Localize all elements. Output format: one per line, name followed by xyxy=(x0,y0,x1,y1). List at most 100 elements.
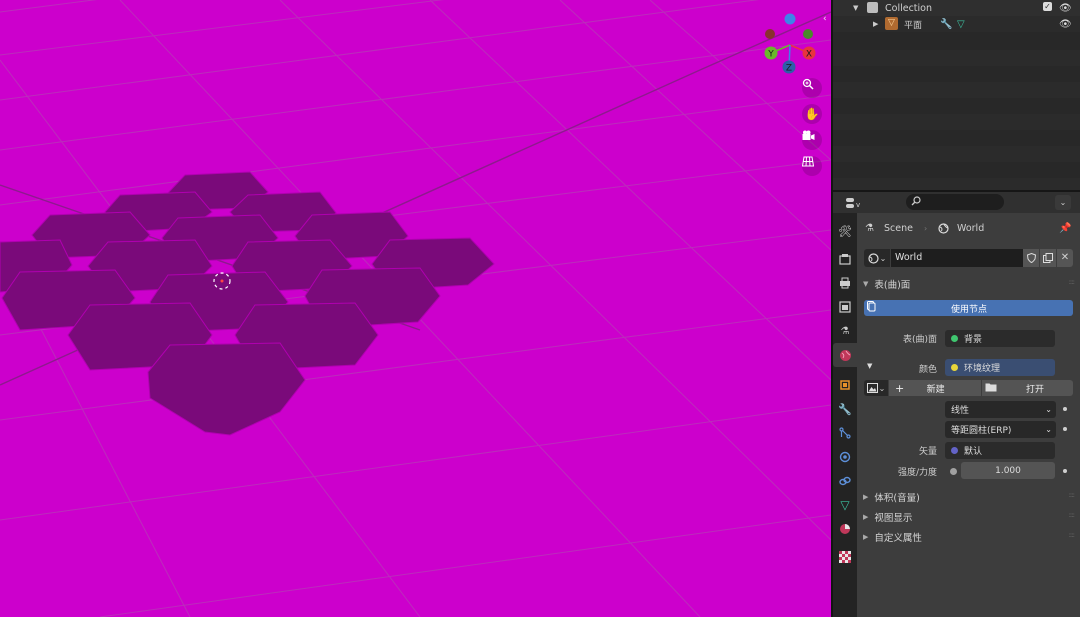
zoom-icon[interactable] xyxy=(802,78,822,98)
constraints-tab-icon[interactable] xyxy=(833,469,857,493)
expand-arrow-icon[interactable]: ▼ xyxy=(853,4,858,12)
panel-collapse-arrow-icon: ▶ xyxy=(863,533,869,541)
vector-label: 矢量 xyxy=(918,447,937,457)
shader-socket-icon xyxy=(951,335,958,342)
particles-tab-icon[interactable] xyxy=(833,421,857,445)
volume-panel-title: 体积(音量) xyxy=(874,493,920,504)
world-browse-button[interactable]: ⌄ xyxy=(864,249,890,267)
projection-dropdown[interactable]: 等距圆柱(ERP) ⌄ xyxy=(945,421,1056,438)
world-tab-icon[interactable] xyxy=(833,343,857,367)
mesh-object-icon: ▽ xyxy=(885,17,898,30)
panel-drag-grip-icon[interactable]: :::: xyxy=(1069,278,1076,286)
image-browse-button[interactable]: ⌄ xyxy=(864,380,888,396)
mesh-data-tab-icon[interactable]: ▽ xyxy=(833,493,857,517)
use-nodes-label: 使用节点 xyxy=(950,304,987,315)
panel-drag-grip-icon[interactable]: :::: xyxy=(1069,531,1076,539)
pan-hand-icon[interactable]: ✋ xyxy=(802,104,822,124)
chevron-down-icon: ⌄ xyxy=(1045,405,1052,414)
panel-collapse-arrow-icon: ▶ xyxy=(863,493,869,501)
strength-label: 强度/力度 xyxy=(897,468,937,478)
duplicate-icon[interactable] xyxy=(1040,249,1056,267)
perspective-grid-icon[interactable] xyxy=(802,156,822,176)
eye-icon[interactable]: 👁 xyxy=(1059,19,1072,30)
texture-tab-icon[interactable] xyxy=(833,545,857,569)
camera-icon[interactable] xyxy=(802,130,822,150)
panel-collapse-arrow-icon: ▶ xyxy=(863,513,869,521)
keyframe-dot-icon[interactable] xyxy=(1063,469,1067,473)
plane-tile xyxy=(147,342,306,436)
fake-user-shield-icon[interactable] xyxy=(1023,249,1039,267)
mesh-data-icon[interactable]: ▽ xyxy=(957,19,965,30)
world-datablock-row: ⌄ World ✕ xyxy=(857,248,1080,268)
search-icon xyxy=(911,195,921,209)
modifier-tab-icon[interactable]: 🔧 xyxy=(833,397,857,421)
outliner-object-row[interactable]: ▶ ▽ 平面 🔧 ▽ 👁 xyxy=(833,16,1080,32)
breadcrumb-scene: Scene xyxy=(884,222,913,234)
eye-icon[interactable]: 👁 xyxy=(1059,3,1072,14)
nodes-icon xyxy=(867,301,879,315)
custom-properties-panel-header[interactable]: ▶ 自定义属性 xyxy=(863,530,922,544)
material-tab-icon[interactable] xyxy=(833,517,857,541)
custom-properties-panel-title: 自定义属性 xyxy=(874,533,922,544)
properties-editor: ⚗ Scene › World 📌 ⌄ World ✕ ▼ 表(曲)面 ::::… xyxy=(857,213,1080,617)
exclude-checkbox[interactable]: ✓ xyxy=(1043,2,1052,11)
properties-tab-bar: 🛠 ⚗ 🔧 ▽ xyxy=(833,213,857,617)
open-image-label: 打开 xyxy=(1025,384,1044,395)
plus-icon: + xyxy=(895,381,905,395)
folder-icon xyxy=(985,382,997,395)
volume-panel-header[interactable]: ▶ 体积(音量) xyxy=(863,490,920,504)
viewport-display-panel-title: 视图显示 xyxy=(874,513,913,524)
physics-tab-icon[interactable] xyxy=(833,445,857,469)
new-image-label: 新建 xyxy=(926,384,945,395)
keyframe-dot-icon[interactable] xyxy=(1063,407,1067,411)
3d-viewport[interactable]: X Y Z ✋ ‹ xyxy=(0,0,831,617)
render-tab-icon[interactable] xyxy=(833,247,857,271)
collection-icon xyxy=(867,2,878,13)
editor-type-button[interactable]: v xyxy=(841,195,865,210)
breadcrumb-separator-icon: › xyxy=(924,223,928,233)
output-tab-icon[interactable] xyxy=(833,271,857,295)
interpolation-dropdown[interactable]: 线性 ⌄ xyxy=(945,401,1056,418)
color-label: 颜色 xyxy=(918,365,937,375)
view-layer-tab-icon[interactable] xyxy=(833,295,857,319)
collection-label: Collection xyxy=(885,2,932,14)
float-socket-icon xyxy=(950,468,957,475)
panel-expand-arrow-icon: ▼ xyxy=(863,280,869,288)
strength-number-field[interactable]: 1.000 xyxy=(961,462,1055,479)
viewport-display-panel-header[interactable]: ▶ 视图显示 xyxy=(863,510,912,524)
breadcrumb-world: World xyxy=(957,222,985,234)
world-name-field[interactable]: World xyxy=(891,249,1025,267)
vector-input-field[interactable]: 默认 xyxy=(945,442,1055,459)
panel-drag-grip-icon[interactable]: :::: xyxy=(1069,491,1076,499)
use-nodes-button[interactable]: 使用节点 xyxy=(864,300,1073,316)
unlink-close-icon[interactable]: ✕ xyxy=(1057,249,1073,267)
vector-value: 默认 xyxy=(964,447,983,457)
surface-panel-header[interactable]: ▼ 表(曲)面 xyxy=(863,277,910,291)
pin-icon[interactable]: 📌 xyxy=(1059,223,1071,234)
panel-drag-grip-icon[interactable]: :::: xyxy=(1069,511,1076,519)
region-toggle-icon[interactable]: ‹ xyxy=(823,14,827,24)
tool-tab-icon[interactable]: 🛠 xyxy=(833,219,857,243)
scene-tab-icon[interactable]: ⚗ xyxy=(833,319,857,343)
surface-shader-field[interactable]: 背景 xyxy=(945,330,1055,347)
breadcrumb: ⚗ Scene › World 📌 xyxy=(857,218,1080,238)
outliner: ▼ Collection ✓ 👁 ▶ ▽ 平面 🔧 ▽ 👁 xyxy=(833,0,1080,190)
color-input-field[interactable]: 环境纹理 xyxy=(945,359,1055,376)
surface-value: 背景 xyxy=(964,335,983,345)
object-tab-icon[interactable] xyxy=(833,373,857,397)
expand-arrow-icon[interactable]: ▶ xyxy=(873,20,878,28)
modifier-wrench-icon[interactable]: 🔧 xyxy=(940,19,952,30)
outliner-collection-row[interactable]: ▼ Collection ✓ 👁 xyxy=(833,0,1080,16)
surface-panel-title: 表(曲)面 xyxy=(874,280,911,291)
surface-label: 表(曲)面 xyxy=(902,335,937,345)
new-image-button[interactable]: + 新建 xyxy=(889,380,981,396)
strength-value: 1.000 xyxy=(995,465,1021,476)
options-dropdown-button[interactable]: ⌄ xyxy=(1055,195,1071,210)
keyframe-dot-icon[interactable] xyxy=(1063,427,1067,431)
svg-text:v: v xyxy=(856,201,860,209)
properties-header: v ⌄ xyxy=(833,192,1080,213)
search-field[interactable] xyxy=(906,194,1004,210)
open-image-button[interactable]: 打开 xyxy=(982,380,1073,396)
projection-value: 等距圆柱(ERP) xyxy=(951,426,1012,436)
color-socket-icon xyxy=(951,364,958,371)
